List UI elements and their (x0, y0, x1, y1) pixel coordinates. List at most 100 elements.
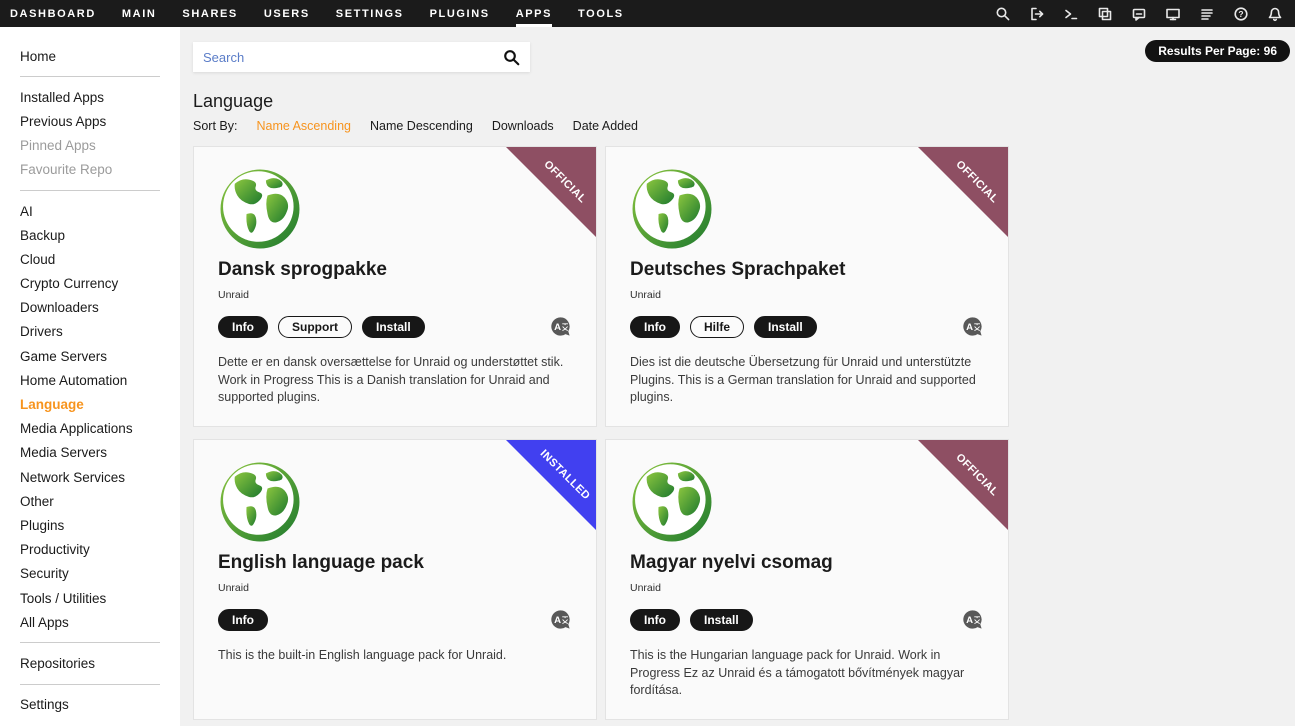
sidebar-item-pinned-apps: Pinned Apps (0, 134, 180, 158)
svg-text:A: A (554, 615, 561, 626)
sidebar-item-language[interactable]: Language (0, 392, 180, 416)
sidebar-item-installed-apps[interactable]: Installed Apps (0, 85, 180, 109)
translate-icon[interactable]: A (549, 315, 572, 338)
globe-icon[interactable] (218, 167, 302, 251)
sidebar-item-settings[interactable]: Settings (0, 693, 180, 717)
app-description: This is the Hungarian language pack for … (630, 647, 984, 700)
translate-icon[interactable]: A (961, 315, 984, 338)
svg-text:A: A (554, 322, 561, 333)
sort-by-label: Sort By: (193, 119, 237, 133)
sidebar-item-previous-apps[interactable]: Previous Apps (0, 109, 180, 133)
install-button[interactable]: Install (362, 316, 425, 338)
globe-icon[interactable] (218, 460, 302, 544)
notifications-icon[interactable] (1267, 6, 1283, 22)
sidebar-item-productivity[interactable]: Productivity (0, 538, 180, 562)
app-author: Unraid (218, 582, 572, 594)
nav-item-plugins[interactable]: PLUGINS (430, 0, 490, 27)
sidebar-item-cloud[interactable]: Cloud (0, 247, 180, 271)
sidebar-item-network-services[interactable]: Network Services (0, 465, 180, 489)
app-button-row: Info Hilfe Install A (630, 315, 984, 338)
app-author: Unraid (630, 582, 984, 594)
sidebar-item-security[interactable]: Security (0, 562, 180, 586)
search-submit-icon[interactable] (503, 49, 520, 66)
display-icon[interactable] (1165, 6, 1181, 22)
sidebar-divider (20, 684, 160, 685)
app-title[interactable]: Dansk sprogpakke (218, 259, 572, 281)
info-button[interactable]: Info (218, 316, 268, 338)
sort-name-ascending[interactable]: Name Ascending (256, 119, 351, 133)
sort-date-added[interactable]: Date Added (573, 119, 638, 133)
nav-item-users[interactable]: USERS (264, 0, 310, 27)
sidebar-divider (20, 190, 160, 191)
sidebar-item-tools-utilities[interactable]: Tools / Utilities (0, 586, 180, 610)
app-author: Unraid (630, 289, 984, 301)
info-button[interactable]: Info (630, 609, 680, 631)
app-author: Unraid (218, 289, 572, 301)
translate-icon[interactable]: A (549, 608, 572, 631)
sidebar-item-repositories[interactable]: Repositories (0, 651, 180, 675)
info-button[interactable]: Info (218, 609, 268, 631)
sidebar-item-home[interactable]: Home (0, 44, 180, 68)
main-layout: Home Installed Apps Previous Apps Pinned… (0, 27, 1295, 726)
sidebar-item-media-servers[interactable]: Media Servers (0, 441, 180, 465)
page-title: Language (193, 91, 1295, 112)
app-button-row: Info Install A (630, 608, 984, 631)
sidebar-item-downloaders[interactable]: Downloaders (0, 296, 180, 320)
log-icon[interactable] (1199, 6, 1215, 22)
support-button[interactable]: Support (278, 316, 352, 338)
support-button[interactable]: Hilfe (690, 316, 744, 338)
sort-name-descending[interactable]: Name Descending (370, 119, 473, 133)
nav-item-apps[interactable]: APPS (516, 0, 552, 27)
sidebar-item-media-applications[interactable]: Media Applications (0, 417, 180, 441)
official-ribbon: OFFICIAL (917, 146, 1009, 238)
sidebar-item-drivers[interactable]: Drivers (0, 320, 180, 344)
logout-icon[interactable] (1029, 6, 1045, 22)
nav-item-main[interactable]: MAIN (122, 0, 157, 27)
sidebar-divider (20, 642, 160, 643)
app-description: Dies ist die deutsche Übersetzung für Un… (630, 354, 984, 407)
translate-icon[interactable]: A (961, 608, 984, 631)
sidebar-item-home-automation[interactable]: Home Automation (0, 368, 180, 392)
sort-row: Sort By: Name Ascending Name Descending … (193, 119, 1295, 133)
nav-item-settings[interactable]: SETTINGS (336, 0, 404, 27)
sort-downloads[interactable]: Downloads (492, 119, 554, 133)
help-icon[interactable]: ? (1233, 6, 1249, 22)
feedback-icon[interactable] (1131, 6, 1147, 22)
sidebar-item-other[interactable]: Other (0, 489, 180, 513)
nav-icon-group: ? (995, 0, 1295, 27)
results-per-page-button[interactable]: Results Per Page: 96 (1145, 40, 1290, 62)
app-card-magyar-nyelvi-csomag: OFFICIAL Magyar nyelvi csomag Unraid Inf… (605, 439, 1009, 720)
app-title[interactable]: English language pack (218, 552, 572, 574)
svg-text:A: A (966, 615, 973, 626)
copy-icon[interactable] (1097, 6, 1113, 22)
nav-item-tools[interactable]: TOOLS (578, 0, 624, 27)
sidebar-item-all-apps[interactable]: All Apps (0, 610, 180, 634)
official-ribbon: OFFICIAL (505, 146, 597, 238)
sidebar-item-favourite-repo: Favourite Repo (0, 158, 180, 182)
sidebar-item-backup[interactable]: Backup (0, 223, 180, 247)
install-button[interactable]: Install (754, 316, 817, 338)
install-button[interactable]: Install (690, 609, 753, 631)
search-box (193, 42, 530, 72)
app-card-deutsches-sprachpaket: OFFICIAL Deutsches Sprachpaket Unraid In… (605, 146, 1009, 427)
sidebar-item-game-servers[interactable]: Game Servers (0, 344, 180, 368)
globe-icon[interactable] (630, 167, 714, 251)
installed-ribbon: INSTALLED (505, 439, 597, 531)
terminal-icon[interactable] (1063, 6, 1079, 22)
top-navbar: DASHBOARD MAIN SHARES USERS SETTINGS PLU… (0, 0, 1295, 27)
app-title[interactable]: Deutsches Sprachpaket (630, 259, 984, 281)
info-button[interactable]: Info (630, 316, 680, 338)
sidebar-item-ai[interactable]: AI (0, 199, 180, 223)
nav-item-dashboard[interactable]: DASHBOARD (10, 0, 96, 27)
app-description: This is the built-in English language pa… (218, 647, 572, 665)
sidebar-item-crypto-currency[interactable]: Crypto Currency (0, 272, 180, 296)
app-button-row: Info Support Install A (218, 315, 572, 338)
search-input[interactable] (203, 50, 503, 65)
content-area: Results Per Page: 96 Language Sort By: N… (180, 27, 1295, 726)
search-icon[interactable] (995, 6, 1011, 22)
globe-icon[interactable] (630, 460, 714, 544)
app-card-english-language-pack: INSTALLED English language pack Unraid I… (193, 439, 597, 720)
nav-item-shares[interactable]: SHARES (182, 0, 237, 27)
sidebar-item-plugins[interactable]: Plugins (0, 513, 180, 537)
app-title[interactable]: Magyar nyelvi csomag (630, 552, 984, 574)
